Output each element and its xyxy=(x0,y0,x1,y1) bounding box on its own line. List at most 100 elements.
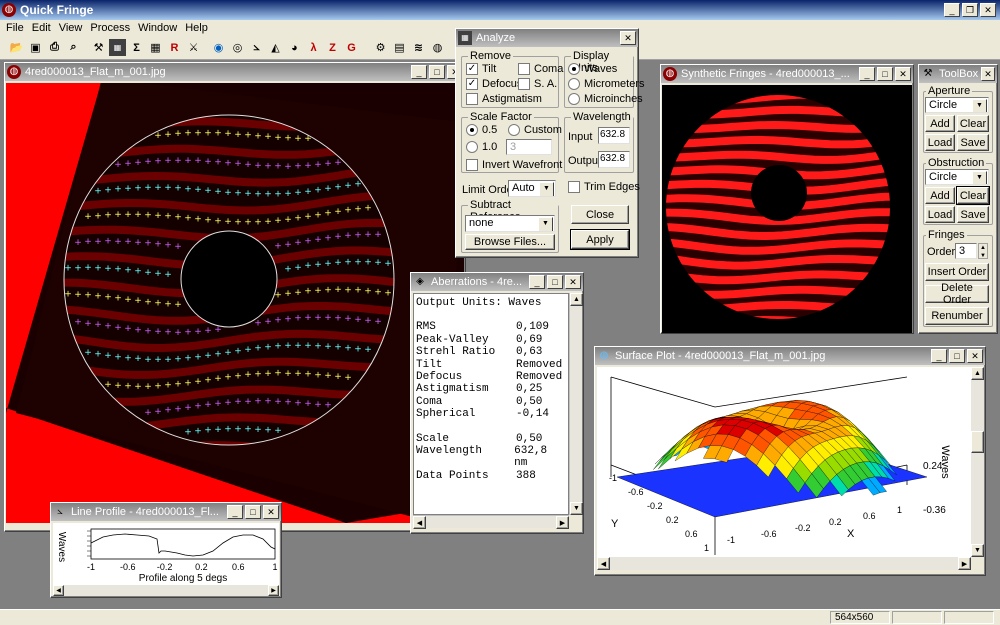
interferogram-icon[interactable]: ▤ xyxy=(391,39,408,56)
delete-order-button[interactable]: Delete Order xyxy=(925,282,989,306)
obstruction-clear-button[interactable]: Clear xyxy=(956,186,990,205)
apply-button[interactable]: Apply xyxy=(570,229,630,250)
tool-r-icon[interactable]: R xyxy=(166,39,183,56)
surface-scroll-down-icon[interactable]: ▼ xyxy=(971,544,984,557)
profile-hscrollbar[interactable]: ◀ ▶ xyxy=(53,585,279,596)
aperture-select[interactable]: Circle xyxy=(925,97,989,113)
menu-window[interactable]: Window xyxy=(134,22,181,34)
wavelength-output-field[interactable]: 632.8 xyxy=(598,151,630,168)
aberrations-close-button[interactable]: ✕ xyxy=(565,275,581,289)
custom-scale-input[interactable]: 3 xyxy=(506,139,552,155)
menu-edit[interactable]: Edit xyxy=(28,22,55,34)
limit-order-select[interactable]: Auto xyxy=(508,180,556,197)
aberrations-vscrollbar[interactable]: ▲ ▼ xyxy=(569,293,583,515)
scroll-left-icon[interactable]: ◀ xyxy=(413,516,426,529)
obstruction-save-button[interactable]: Save xyxy=(957,206,989,223)
renumber-button[interactable]: Renumber xyxy=(925,307,989,325)
scroll-up-icon[interactable]: ▲ xyxy=(570,293,583,306)
subtract-reference-select[interactable]: none xyxy=(465,215,555,232)
sphere-icon[interactable]: ◕ xyxy=(286,39,303,56)
tool-z-icon[interactable]: Z xyxy=(324,39,341,56)
main-maximize-button[interactable]: □ xyxy=(429,65,445,79)
astigmatism-checkbox[interactable]: Astigmatism xyxy=(466,93,542,105)
zoom-icon[interactable]: ◎ xyxy=(229,39,246,56)
surface-scroll-left-icon[interactable]: ◀ xyxy=(597,557,610,570)
toolbox-close-button[interactable]: ✕ xyxy=(981,67,995,81)
surface-hscrollbar[interactable]: ◀ ▶ xyxy=(597,557,971,570)
surface-vscrollbar[interactable]: ▲ ▼ xyxy=(971,367,984,557)
tool-g-icon[interactable]: G xyxy=(343,39,360,56)
profile-scroll-left-icon[interactable]: ◀ xyxy=(53,585,64,596)
profile-close-button[interactable]: ✕ xyxy=(263,505,279,519)
tilt-checkbox[interactable]: ✓ Tilt xyxy=(466,63,496,75)
app-minimize-button[interactable]: _ xyxy=(944,3,960,17)
insert-order-button[interactable]: Insert Order xyxy=(925,263,989,281)
scale-10-radio[interactable]: 1.0 xyxy=(466,141,497,153)
aperture-load-button[interactable]: Load xyxy=(925,134,955,151)
scroll-down-icon[interactable]: ▼ xyxy=(570,502,583,515)
trim-edges-checkbox[interactable]: Trim Edges xyxy=(568,181,640,193)
open-folder-icon[interactable]: 📂 xyxy=(8,39,25,56)
microinches-radio[interactable]: Microinches xyxy=(568,93,643,105)
wave-icon[interactable]: ≋ xyxy=(410,39,427,56)
synthetic-minimize-button[interactable]: _ xyxy=(859,67,875,81)
analyze-close-icon[interactable]: ✕ xyxy=(620,31,636,45)
profile-scroll-right-icon[interactable]: ▶ xyxy=(268,585,279,596)
profile-minimize-button[interactable]: _ xyxy=(227,505,243,519)
aperture-clear-button[interactable]: Clear xyxy=(957,115,989,132)
surface-plot-canvas[interactable]: Waves 0.24 -0.36 Y X -1-0.6-0.20.20.61-1… xyxy=(597,367,971,557)
surface-scroll-right-icon[interactable]: ▶ xyxy=(958,557,971,570)
menu-file[interactable]: File xyxy=(2,22,28,34)
fringe-icon[interactable]: ◉ xyxy=(210,39,227,56)
order-spinner[interactable]: ▲ ▼ xyxy=(978,243,988,259)
aberrations-text-area[interactable]: Output Units: Waves RMS 0,109 Peak-Valley 0… xyxy=(413,293,569,515)
sa-checkbox[interactable]: S. A. xyxy=(518,78,557,90)
interferogram-image[interactable]: + + + + + + + + + + + + + + + ++ + + + + + + + + + + + + + + + + + + + + + ++… xyxy=(6,83,464,523)
obstruction-load-button[interactable]: Load xyxy=(925,206,955,223)
close-button[interactable]: Close xyxy=(571,205,629,224)
invert-wavefront-checkbox[interactable]: Invert Wavefront xyxy=(466,159,562,171)
defocus-checkbox[interactable]: ✓ Defocus xyxy=(466,78,522,90)
pick-icon[interactable]: ⚔ xyxy=(185,39,202,56)
main-minimize-button[interactable]: _ xyxy=(411,65,427,79)
obstruction-select[interactable]: Circle xyxy=(925,169,989,185)
menu-help[interactable]: Help xyxy=(181,22,212,34)
analyze-icon[interactable]: ▦ xyxy=(109,39,126,56)
surface-close-button[interactable]: ✕ xyxy=(967,349,983,363)
profile-maximize-button[interactable]: □ xyxy=(245,505,261,519)
aberrations-maximize-button[interactable]: □ xyxy=(547,275,563,289)
aberrations-minimize-button[interactable]: _ xyxy=(529,275,545,289)
surface-icon[interactable]: ◭ xyxy=(267,39,284,56)
surface-minimize-button[interactable]: _ xyxy=(931,349,947,363)
save-icon[interactable]: ▣ xyxy=(27,39,44,56)
waves-radio[interactable]: Waves xyxy=(568,63,617,75)
surface-scroll-thumb[interactable] xyxy=(971,431,984,453)
wavelength-input-field[interactable]: 632.8 xyxy=(598,127,630,144)
obstruction-add-button[interactable]: Add xyxy=(925,187,955,204)
surface-scroll-up-icon[interactable]: ▲ xyxy=(971,367,984,380)
tools-icon[interactable]: ⚒ xyxy=(90,39,107,56)
synthetic-maximize-button[interactable]: □ xyxy=(877,67,893,81)
browse-files-button[interactable]: Browse Files... xyxy=(465,234,555,250)
ball-icon[interactable]: ◍ xyxy=(429,39,446,56)
app-maximize-button[interactable]: ❐ xyxy=(962,3,978,17)
surface-maximize-button[interactable]: □ xyxy=(949,349,965,363)
grid-icon[interactable]: ▦ xyxy=(147,39,164,56)
menu-view[interactable]: View xyxy=(55,22,87,34)
coma-checkbox[interactable]: Coma xyxy=(518,63,563,75)
synthetic-close-button[interactable]: ✕ xyxy=(895,67,911,81)
micrometers-radio[interactable]: Micrometers xyxy=(568,78,645,90)
tool-lambda-icon[interactable]: λ xyxy=(305,39,322,56)
aperture-add-button[interactable]: Add xyxy=(925,115,955,132)
menu-process[interactable]: Process xyxy=(86,22,134,34)
transform-icon[interactable]: Σ xyxy=(128,39,145,56)
app-close-button[interactable]: ✕ xyxy=(980,3,996,17)
scroll-right-icon[interactable]: ▶ xyxy=(556,516,569,529)
aberrations-hscrollbar[interactable]: ◀ ▶ xyxy=(413,515,569,529)
scale-custom-radio[interactable]: Custom xyxy=(508,124,562,136)
order-input[interactable]: 3 xyxy=(955,243,977,259)
print-icon[interactable]: ⎙ xyxy=(46,39,63,56)
aperture-save-button[interactable]: Save xyxy=(957,134,989,151)
profile-icon[interactable]: ⦣ xyxy=(248,39,265,56)
scale-05-radio[interactable]: 0.5 xyxy=(466,124,497,136)
